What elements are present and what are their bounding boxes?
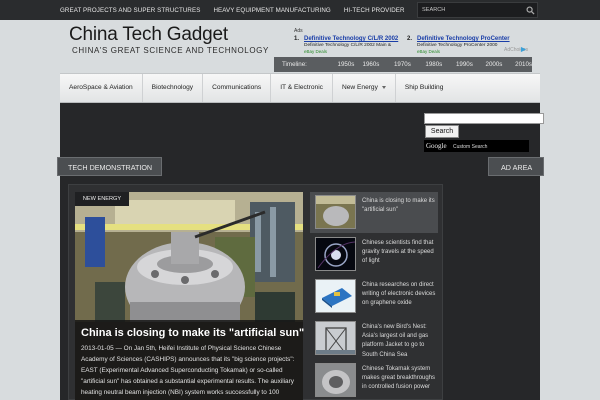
timeline-1950s[interactable]: 1950s [338, 57, 363, 72]
google-logo: Google Custom Search [424, 140, 529, 152]
topnav-hi-tech-provider[interactable]: HI-TECH PROVIDER [344, 7, 405, 14]
custom-search-label: Custom Search [453, 144, 488, 150]
ad-number: 1. [294, 36, 300, 42]
article-title[interactable]: China is closing to make its "artificial… [362, 197, 438, 215]
ad-headline[interactable]: Definitive Technology C/L/R 2002 [304, 36, 398, 42]
article-thumbnail [315, 237, 356, 271]
google-search-button[interactable]: Search [425, 125, 459, 138]
google-wordmark: Google [426, 142, 447, 150]
top-nav: GREAT PROJECTS AND SUPER STRUCTURES HEAV… [60, 0, 418, 20]
timeline-1990s[interactable]: 1990s [456, 57, 486, 72]
article-title[interactable]: China researches on direct writing of el… [362, 281, 438, 309]
article-list: China is closing to make its "artificial… [310, 192, 438, 400]
feature-title[interactable]: China is closing to make its "artificial… [81, 327, 304, 339]
ad-headline[interactable]: Definitive Technology ProCenter [417, 36, 510, 42]
section-tech-demonstration: TECH DEMONSTRATION [57, 157, 162, 176]
article-thumbnail [315, 363, 356, 397]
feature-excerpt: 2013-01-05 — On Jan 5th, Heifei Institut… [81, 345, 295, 396]
nav-biotechnology[interactable]: Biotechnology [143, 74, 204, 102]
ad-source: eBay Deals [417, 49, 441, 54]
site-tagline: CHINA'S GREAT SCIENCE AND TECHNOLOGY [72, 46, 269, 55]
main-nav: AeroSpace & Aviation Biotechnology Commu… [60, 73, 540, 103]
ad-block: Ads 1. Definitive Technology C/L/R 2002 … [294, 28, 534, 56]
list-item[interactable]: Chinese Tokamak system makes great break… [310, 360, 438, 400]
nav-ship-building[interactable]: Ship Building [396, 74, 453, 102]
top-bar: GREAT PROJECTS AND SUPER STRUCTURES HEAV… [0, 0, 600, 20]
search-icon[interactable] [526, 6, 535, 15]
google-search-input[interactable] [424, 113, 544, 124]
category-badge[interactable]: NEW ENERGY [75, 192, 129, 206]
article-title[interactable]: China's new Bird's Nest: Asia's largest … [362, 323, 438, 360]
section-ad-area: AD AREA [488, 157, 544, 176]
ad-source: eBay Deals [304, 49, 328, 54]
list-item[interactable]: China's new Bird's Nest: Asia's largest … [310, 318, 438, 359]
timeline-bar: Timeline: 1950s 1960s 1970s 1980s 1990s … [274, 57, 532, 72]
nav-it-electronic[interactable]: IT & Electronic [271, 74, 333, 102]
article-thumbnail [315, 279, 356, 313]
timeline-2000s[interactable]: 2000s [486, 57, 516, 72]
ad-choices-icon[interactable] [520, 46, 527, 53]
list-item[interactable]: China is closing to make its "artificial… [310, 192, 438, 233]
nav-aerospace-aviation[interactable]: AeroSpace & Aviation [60, 74, 143, 102]
article-thumbnail [315, 321, 356, 355]
chevron-down-icon [381, 85, 386, 89]
timeline-2010s[interactable]: 2010s [515, 57, 532, 72]
article-title[interactable]: Chinese scientists find that gravity tra… [362, 239, 438, 267]
article-title[interactable]: Chinese Tokamak system makes great break… [362, 365, 438, 393]
timeline-separator [284, 60, 292, 68]
nav-new-energy-label: New Energy [341, 84, 378, 91]
ad-description: Definitive Technology ProCenter 2000 [417, 43, 498, 48]
list-item[interactable]: Chinese scientists find that gravity tra… [310, 234, 438, 275]
topnav-great-projects[interactable]: GREAT PROJECTS AND SUPER STRUCTURES [60, 7, 200, 14]
ads-label: Ads [294, 28, 303, 34]
site-search-input[interactable]: SEARCH [417, 2, 538, 18]
ad-description: Definitive Technology C/L/R 2002 Main & [304, 43, 392, 48]
search-placeholder: SEARCH [422, 7, 446, 13]
topnav-heavy-equipment[interactable]: HEAVY EQUIPMENT MANUFACTURING [213, 7, 330, 14]
nav-new-energy[interactable]: New Energy [333, 74, 396, 102]
google-custom-search: Search Google Custom Search [424, 113, 544, 153]
timeline-1960s[interactable]: 1960s [363, 57, 394, 72]
list-item[interactable]: China researches on direct writing of el… [310, 276, 438, 317]
timeline-1980s[interactable]: 1980s [425, 57, 456, 72]
ad-number: 2. [407, 36, 413, 42]
article-thumbnail [315, 195, 356, 229]
timeline-1970s[interactable]: 1970s [394, 57, 425, 72]
nav-communications[interactable]: Communications [203, 74, 272, 102]
site-title[interactable]: China Tech Gadget [69, 24, 228, 46]
